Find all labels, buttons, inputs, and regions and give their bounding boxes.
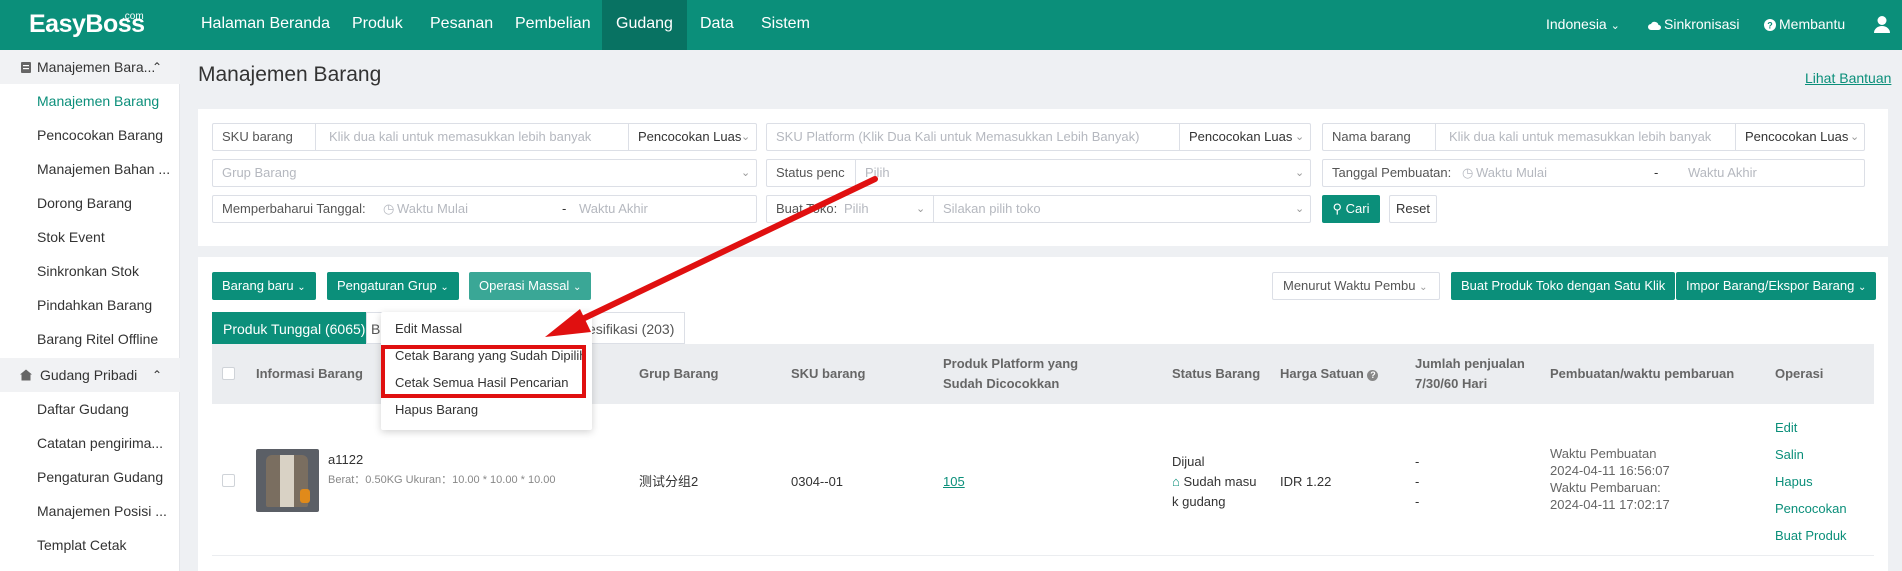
annotation-arrow	[545, 176, 878, 337]
